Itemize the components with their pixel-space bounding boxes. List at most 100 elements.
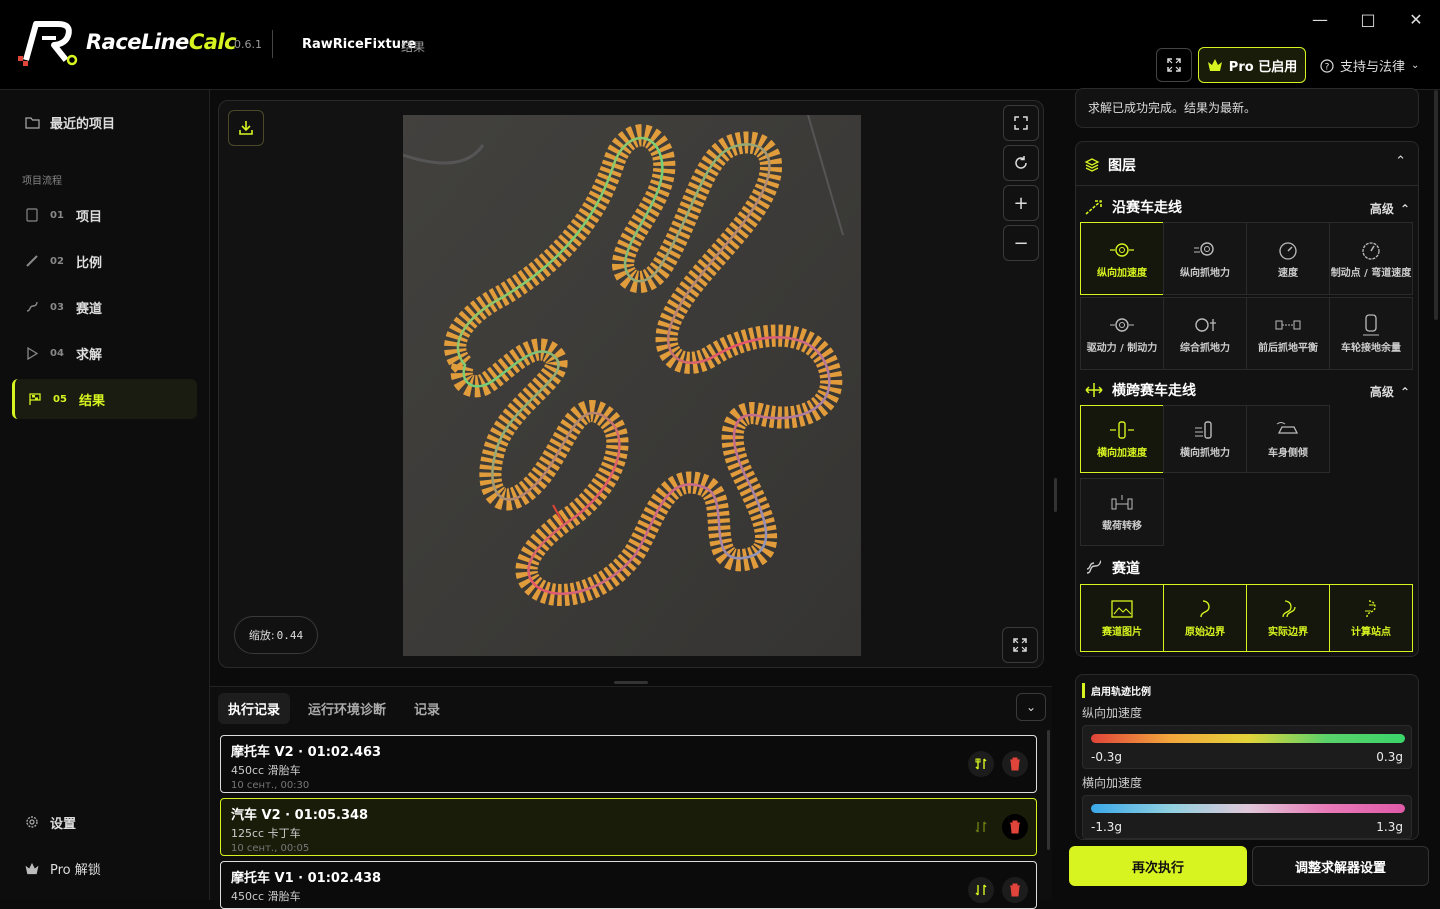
split-resize-handle[interactable] <box>1054 478 1057 512</box>
runs-scrollbar[interactable] <box>1047 730 1050 850</box>
trash-icon <box>1010 820 1020 834</box>
layer-raw-boundary[interactable]: 原始边界 <box>1163 584 1247 652</box>
layer-actual-boundary[interactable]: 实际边界 <box>1246 584 1330 652</box>
sidebar-section-title: 项目流程 <box>22 176 62 187</box>
bottom-panel: 执行记录 运行环境诊断 记录 ⌄ 摩托车 V2 · 01:02.463 450c… <box>210 686 1052 909</box>
support-legal-menu[interactable]: ? 支持与法律 ⌄ <box>1320 56 1419 75</box>
sidebar-item-label: 比例 <box>76 255 103 271</box>
collapse-panel-button[interactable]: ⌄ <box>1016 693 1046 721</box>
delete-button[interactable] <box>1002 751 1028 777</box>
layer-label: 横向加速度 <box>1097 448 1147 460</box>
track-map-image[interactable] <box>403 115 861 656</box>
project-name: RawRiceFixture <box>302 37 417 52</box>
layer-label: 原始边界 <box>1185 627 1225 639</box>
layer-lat-grip[interactable]: 横向抓地力 <box>1163 405 1247 473</box>
export-button[interactable] <box>228 110 264 146</box>
step-number: 01 <box>50 209 64 221</box>
run-title: 摩托车 V2 · 01:02.463 <box>231 745 382 760</box>
delete-button[interactable] <box>1002 814 1028 840</box>
sidebar-item-track[interactable]: 03 赛道 <box>12 287 197 327</box>
run-title: 汽车 V2 · 01:05.348 <box>231 808 369 823</box>
tab-log[interactable]: 记录 <box>404 693 450 724</box>
legend-panel: 启用轨迹比例 纵向加速度 -0.3g 0.3g 横向加速度 -1.3g 1.3g <box>1075 674 1419 840</box>
sidebar-item-solve[interactable]: 04 求解 <box>12 333 197 373</box>
layer-wheel-contact[interactable]: 车轮接地余量 <box>1329 297 1413 370</box>
rerun-button[interactable]: 再次执行 <box>1069 846 1247 886</box>
panel-resize-handle[interactable] <box>614 681 648 684</box>
adjust-solver-button[interactable]: 调整求解器设置 <box>1252 846 1429 886</box>
trash-icon <box>1010 883 1020 897</box>
minimize-icon[interactable]: — <box>1305 8 1335 32</box>
across-advanced-toggle[interactable]: 高级 ⌃ <box>1370 383 1410 400</box>
layer-brake-points[interactable]: 制动点 / 弯道速度 <box>1329 222 1413 295</box>
compare-button[interactable] <box>968 751 994 777</box>
sidebar-item-recent[interactable]: 最近的项目 <box>12 102 197 142</box>
sidebar-item-scale[interactable]: 02 比例 <box>12 241 197 281</box>
expand-icon <box>1013 638 1027 652</box>
across-line-header: 横跨赛车走线 <box>1084 380 1196 400</box>
layer-lat-accel[interactable]: 横向加速度 <box>1080 405 1164 473</box>
legend-scale-lat: -1.3g 1.3g <box>1082 795 1412 839</box>
tab-run-history[interactable]: 执行记录 <box>218 693 291 724</box>
fit-view-button[interactable] <box>1003 105 1039 141</box>
reset-view-button[interactable] <box>1003 145 1039 181</box>
layer-track-image[interactable]: 赛道图片 <box>1080 584 1164 652</box>
zoom-indicator: 缩放: 0.44 <box>234 616 318 654</box>
right-panel-scrollbar[interactable] <box>1434 90 1438 320</box>
run-item[interactable]: 摩托车 V1 · 01:02.438 450cc 滑胎车 <box>220 861 1037 909</box>
layers-panel: 图层 ⌃ 沿赛车走线 高级 ⌃ 纵向加速度 纵向抓地力 速度 制动点 / 弯道速… <box>1075 141 1419 657</box>
run-date: 10 сент., 00:30 <box>231 780 310 791</box>
layer-long-grip[interactable]: 纵向抓地力 <box>1163 222 1247 295</box>
car-roll-icon <box>1274 418 1302 442</box>
sidebar-item-project[interactable]: 01 项目 <box>12 195 197 235</box>
along-advanced-toggle[interactable]: 高级 ⌃ <box>1370 200 1410 217</box>
sidebar-item-results[interactable]: 05 结果 <box>12 379 197 419</box>
compare-button[interactable] <box>968 877 994 903</box>
trash-icon <box>1010 757 1020 771</box>
layer-speed[interactable]: 速度 <box>1246 222 1330 295</box>
maximize-icon[interactable]: □ <box>1353 8 1383 32</box>
chevron-up-icon[interactable]: ⌃ <box>1395 154 1406 169</box>
layers-header[interactable]: 图层 <box>1084 155 1136 175</box>
layer-front-rear-balance[interactable]: 前后抓地平衡 <box>1246 297 1330 370</box>
layer-body-roll[interactable]: 车身侧倾 <box>1246 405 1330 473</box>
chevron-up-icon: ⌃ <box>1399 384 1410 399</box>
sidebar-item-pro-unlock[interactable]: Pro 解锁 <box>12 848 197 888</box>
run-date: 10 сент., 00:05 <box>231 843 310 854</box>
sidebar-item-label: 设置 <box>50 816 77 832</box>
layer-load-transfer[interactable]: 载荷转移 <box>1080 478 1164 546</box>
run-item[interactable]: 摩托车 V2 · 01:02.463 450cc 滑胎车 10 сент., 0… <box>220 735 1037 793</box>
gauge-icon <box>1357 238 1385 262</box>
layer-label: 纵向抓地力 <box>1180 267 1230 279</box>
tab-env-diagnostics[interactable]: 运行环境诊断 <box>298 693 396 724</box>
close-icon[interactable]: ✕ <box>1401 8 1431 32</box>
status-panel: 求解已成功完成。结果为最新。 <box>1075 88 1419 128</box>
layer-combined-grip[interactable]: 综合抓地力 <box>1163 297 1247 370</box>
app-version: 0.6.1 <box>234 38 262 51</box>
fullscreen-button[interactable] <box>1156 48 1192 82</box>
layer-long-accel[interactable]: 纵向加速度 <box>1080 222 1164 295</box>
layer-label: 前后抓地平衡 <box>1258 342 1318 354</box>
layer-label: 纵向加速度 <box>1097 267 1147 279</box>
legend-max: 0.3g <box>1376 750 1403 764</box>
zoom-out-button[interactable]: − <box>1003 225 1039 261</box>
layer-drive-brake-force[interactable]: 驱动力 / 制动力 <box>1080 297 1164 370</box>
tire-side-grip-icon <box>1191 418 1219 442</box>
swap-icon <box>975 821 987 833</box>
plus-icon: + <box>1013 192 1029 214</box>
sidebar-item-settings[interactable]: 设置 <box>12 802 197 842</box>
layer-label: 横向抓地力 <box>1180 448 1230 460</box>
layer-compute-stations[interactable]: 计算站点 <box>1329 584 1413 652</box>
layer-label: 制动点 / 弯道速度 <box>1330 267 1412 279</box>
load-transfer-icon <box>1108 491 1136 515</box>
compare-button[interactable] <box>968 814 994 840</box>
advanced-label: 高级 <box>1369 385 1394 399</box>
run-item-selected[interactable]: 汽车 V2 · 01:05.348 125cc 卡丁车 10 сент., 00… <box>220 798 1037 856</box>
right-panel: 求解已成功完成。结果为最新。 图层 ⌃ 沿赛车走线 高级 ⌃ 纵向加速度 纵向抓… <box>1060 88 1440 900</box>
expand-viewer-button[interactable] <box>1002 627 1038 663</box>
pro-enabled-button[interactable]: Pro 已启用 <box>1198 47 1306 83</box>
delete-button[interactable] <box>1002 877 1028 903</box>
folder-icon <box>24 114 40 130</box>
sidebar-item-label: 最近的项目 <box>50 116 116 132</box>
zoom-in-button[interactable]: + <box>1003 185 1039 221</box>
